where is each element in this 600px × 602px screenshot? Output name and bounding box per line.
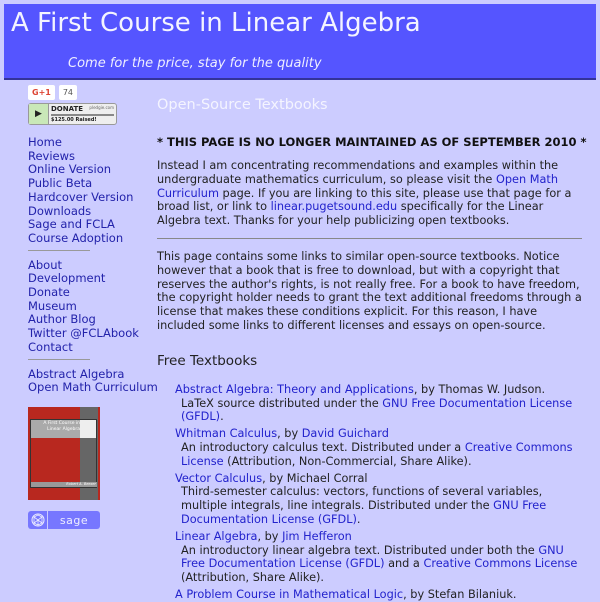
nav-author-blog[interactable]: Author Blog [28,313,158,327]
nav-public-beta[interactable]: Public Beta [28,176,158,191]
pledgie-brand: pledgie.com [89,105,114,110]
sage-polyhedron-icon [28,511,48,529]
cover-title: A First Course in Linear Algebra [43,421,80,432]
nav-about[interactable]: About [28,258,158,273]
section-divider [157,237,582,239]
gplus-button[interactable]: G+1 74 [28,85,78,100]
book-title-link[interactable]: Abstract Algebra: Theory and Application… [175,383,414,396]
nav-open-math-curriculum[interactable]: Open Math Curriculum [28,381,158,395]
author-link[interactable]: Jim Hefferon [282,530,352,543]
donate-progress-bar [51,114,114,116]
textbook-list: Abstract Algebra: Theory and Application… [157,383,582,602]
nav-home[interactable]: Home [28,135,158,150]
nav-museum[interactable]: Museum [28,299,158,314]
book-title-link[interactable]: Whitman Calculus [175,427,277,440]
author-link[interactable]: David Guichard [302,427,389,440]
site-header: A First Course in Linear Algebra Come fo… [4,4,596,80]
book-title-link[interactable]: Linear Algebra [175,530,257,543]
book-title-link[interactable]: Vector Calculus [175,472,262,485]
about-paragraph: This page contains some links to similar… [157,249,582,332]
intro-paragraph: Instead I am concentrating recommendatio… [157,159,572,228]
gplus-count: 74 [58,85,78,100]
license-link-2[interactable]: Creative Commons License [423,557,577,570]
nav-contact[interactable]: Contact [28,340,158,355]
play-icon: ▶ [29,104,49,124]
book-title-link[interactable]: A Problem Course in Mathematical Logic [175,588,403,601]
nav-twitter[interactable]: Twitter @FCLAbook [28,326,158,341]
nav-downloads[interactable]: Downloads [28,204,158,219]
nav-development[interactable]: Development [28,272,158,286]
site-tagline: Come for the price, stay for the quality [68,56,322,71]
linear-pugetsound-link[interactable]: linear.pugetsound.edu [271,200,398,213]
nav-online-version[interactable]: Online Version [28,163,158,177]
sage-logo[interactable]: sage [28,511,100,529]
list-item: Whitman Calculus, by David Guichard An i… [175,427,573,468]
site-title[interactable]: A First Course in Linear Algebra [11,8,421,38]
free-textbooks-heading: Free Textbooks [157,352,258,369]
list-item: Vector Calculus, by Michael Corral Third… [175,471,547,526]
donate-raised: $125.00 Raised! [51,117,97,123]
nav-reviews[interactable]: Reviews [28,149,158,164]
list-item: Abstract Algebra: Theory and Application… [175,382,573,424]
maintenance-notice: * THIS PAGE IS NO LONGER MAINTAINED AS O… [157,135,587,149]
list-item: Linear Algebra, by Jim Hefferon An intro… [175,529,578,585]
sage-wordmark: sage [59,513,89,527]
nav-donate[interactable]: Donate [28,285,158,300]
nav-primary: Home Reviews Online Version Public Beta … [28,135,158,395]
nav-sage-and-fcla[interactable]: Sage and FCLA [28,218,158,232]
nav-divider [28,358,90,360]
donate-widget[interactable]: ▶ DONATE pledgie.com $125.00 Raised! [28,103,117,125]
nav-divider [28,249,90,251]
nav-course-adoption[interactable]: Course Adoption [28,231,158,246]
main-content: Open-Source Textbooks * THIS PAGE IS NO … [157,97,587,602]
cover-author: Robert A. Beezer [66,482,96,486]
book-cover-image[interactable]: A First Course in Linear Algebra Robert … [28,407,100,500]
nav-abstract-algebra[interactable]: Abstract Algebra [28,367,158,382]
page-title: Open-Source Textbooks [157,97,328,113]
nav-hardcover-version[interactable]: Hardcover Version [28,190,158,205]
gplus-icon: G+1 [28,85,55,100]
